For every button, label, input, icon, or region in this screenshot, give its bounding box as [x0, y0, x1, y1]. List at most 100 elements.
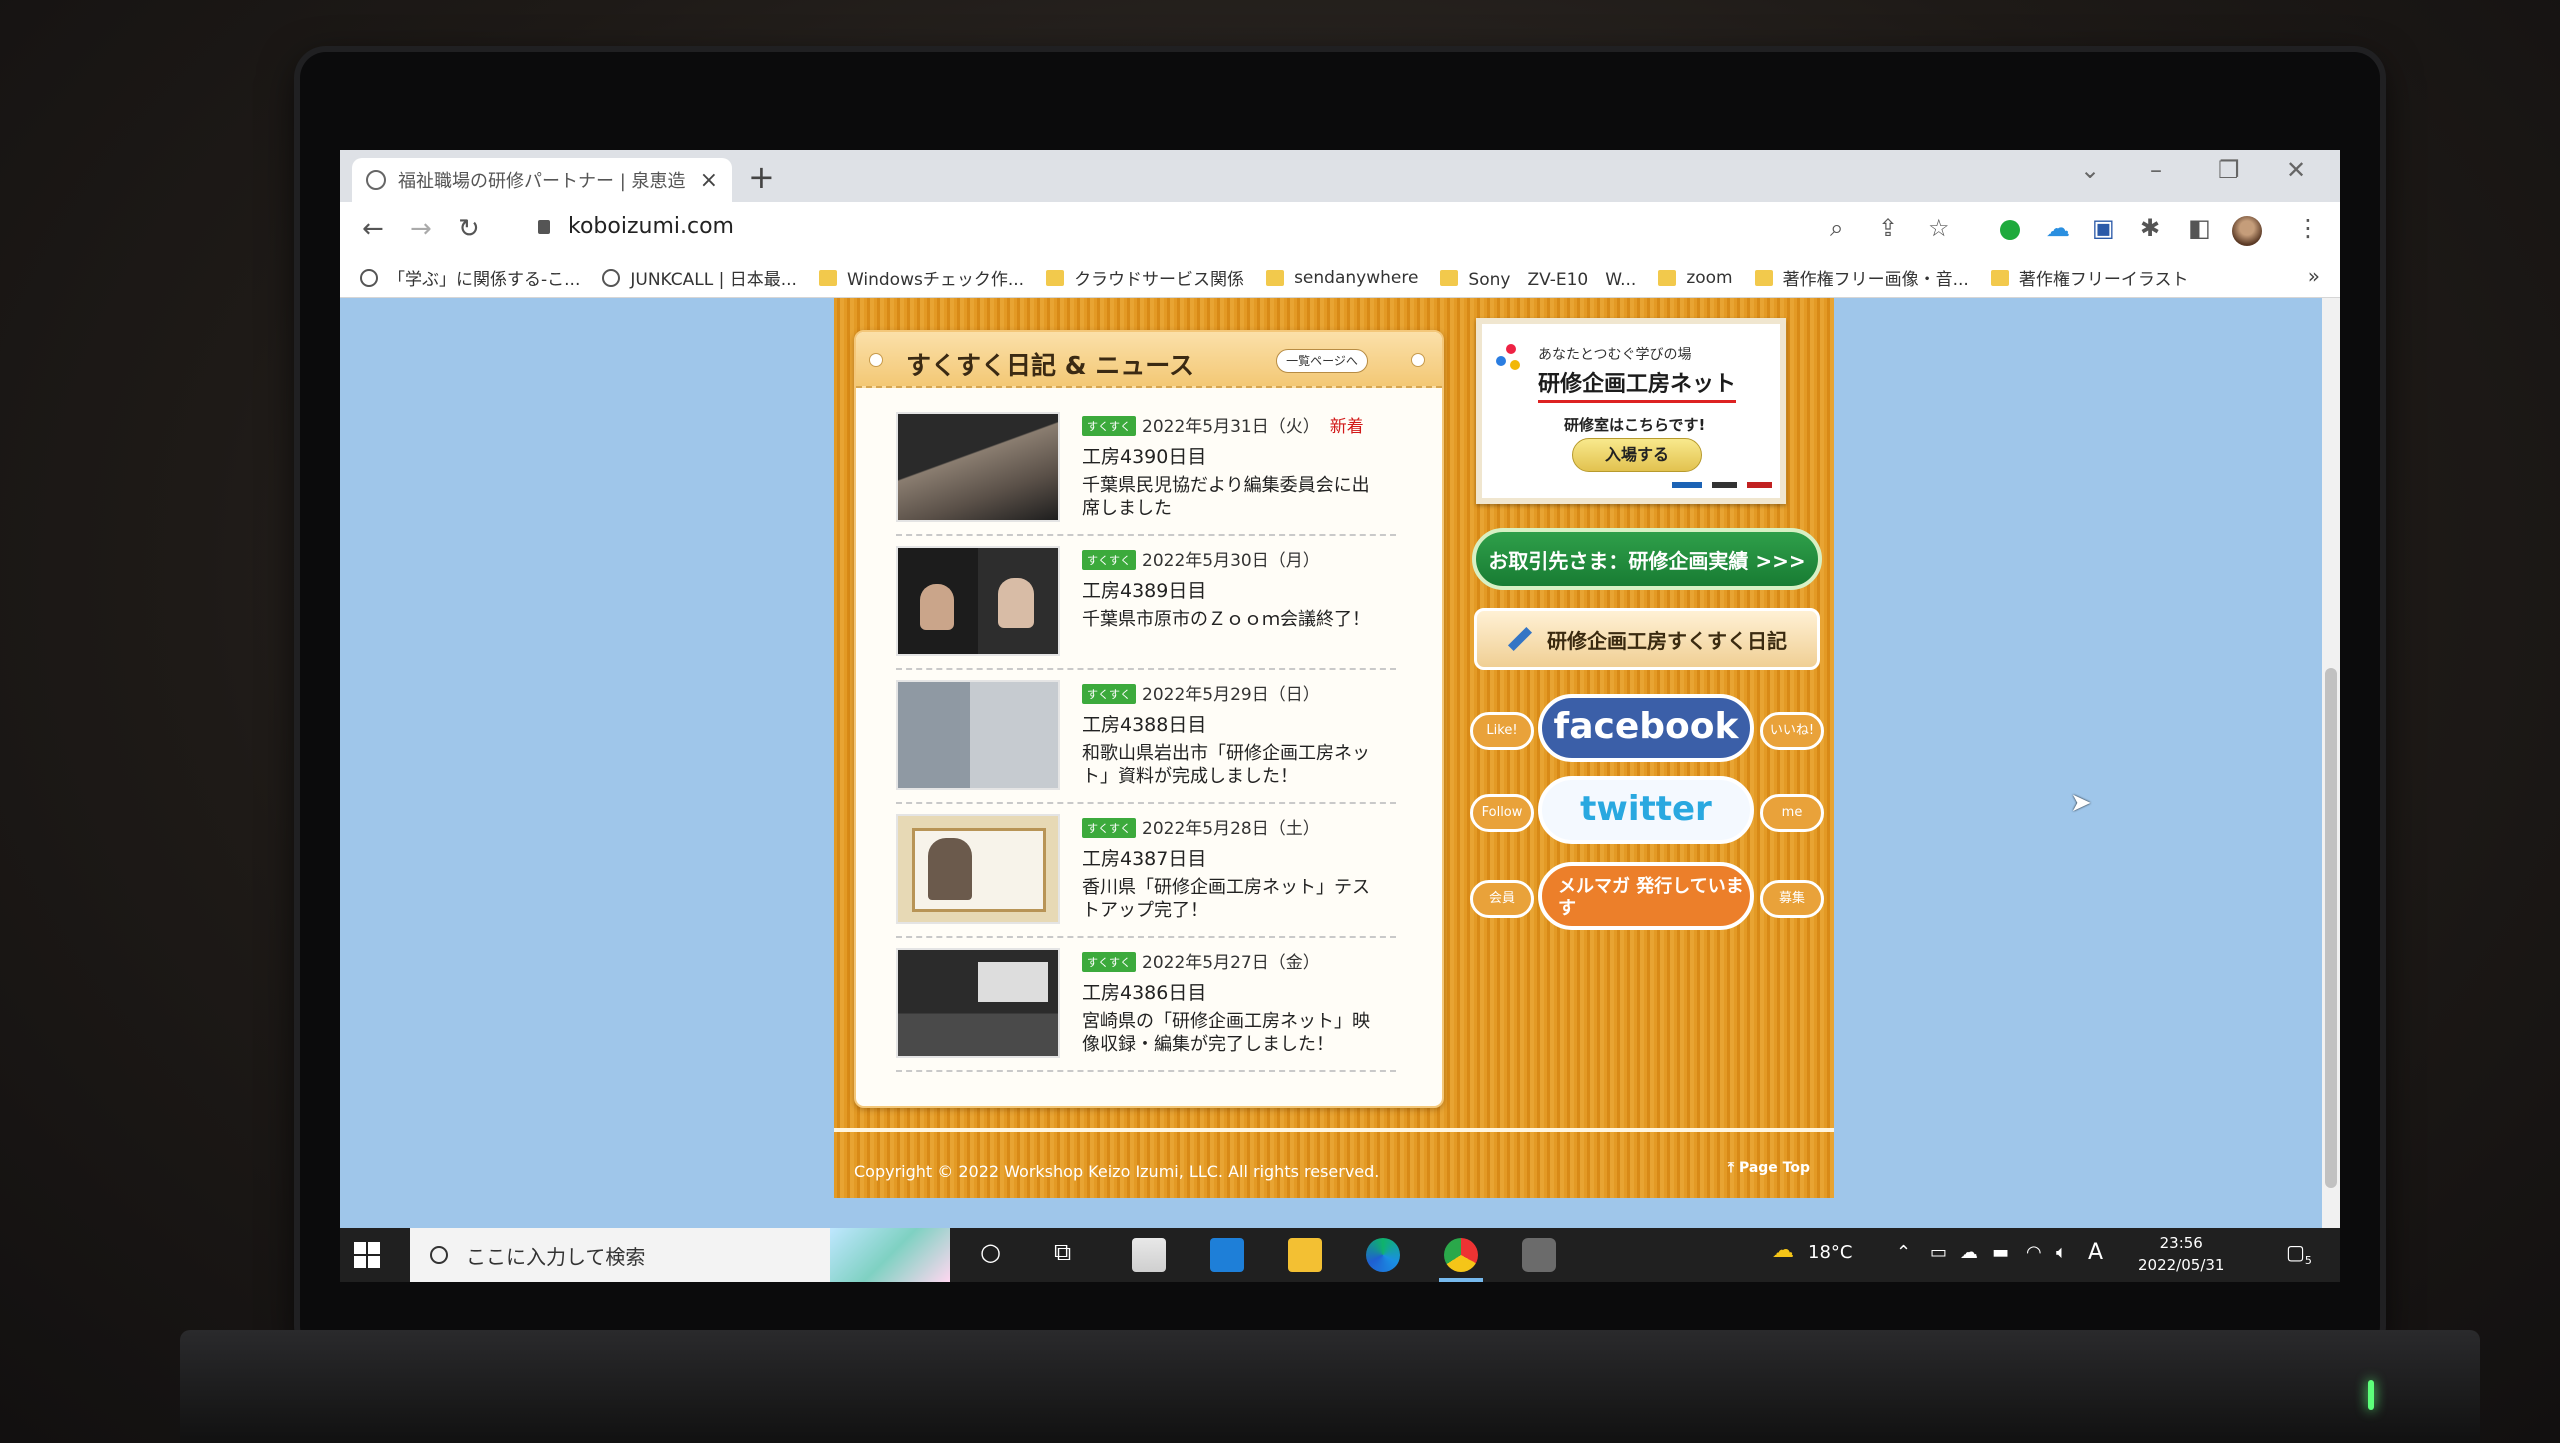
clock[interactable]: 23:56 2022/05/31: [2138, 1232, 2224, 1276]
reload-icon[interactable]: ↻: [458, 214, 480, 244]
bookmark-item[interactable]: 「学ぶ」に関係する-こ...: [360, 265, 580, 290]
news-entry[interactable]: すくすく 2022年5月30日（月） 工房4389日目 千葉県市原市のＺｏｏｍ会議…: [896, 536, 1396, 670]
list-page-button[interactable]: 一覧ページへ: [1276, 349, 1368, 373]
mail-icon[interactable]: [1210, 1238, 1244, 1272]
cloud-extension-icon[interactable]: ☁: [2046, 214, 2070, 242]
copyright-text: Copyright © 2022 Workshop Keizo Izumi, L…: [854, 1162, 1380, 1181]
bookmark-folder[interactable]: sendanywhere: [1266, 268, 1418, 288]
page-scrollbar[interactable]: [2322, 298, 2340, 1228]
forward-icon[interactable]: →: [410, 214, 432, 244]
page-viewport: すくすく日記 & ニュース 一覧ページへ すくすく 2022年5月31日（火） 新着…: [340, 298, 2340, 1228]
tab-search-icon[interactable]: ⌄: [2080, 156, 2100, 184]
news-entry[interactable]: すくすく 2022年5月31日（火） 新着 工房4390日目 千葉県民児協だより編集…: [896, 402, 1396, 536]
news-thumbnail[interactable]: [896, 814, 1060, 924]
store-icon[interactable]: [1132, 1238, 1166, 1272]
extension-green-icon[interactable]: [2000, 220, 2020, 240]
recruit-bubble: 募集: [1760, 880, 1824, 918]
meet-now-icon[interactable]: ▭: [1930, 1242, 1947, 1263]
camera-icon[interactable]: [1522, 1238, 1556, 1272]
news-day-count: 工房4390日目: [1082, 446, 1207, 468]
news-thumbnail[interactable]: [896, 680, 1060, 790]
news-text[interactable]: 和歌山県岩出市「研修企画工房ネット」資料が完成しました！: [1082, 742, 1382, 788]
bookmark-folder[interactable]: 著作権フリー画像・音...: [1754, 265, 1969, 290]
lock-icon: [538, 220, 550, 234]
profile-avatar[interactable]: [2232, 216, 2262, 246]
facebook-link[interactable]: Like! facebook いいね!: [1470, 694, 1830, 764]
news-text[interactable]: 千葉県市原市のＺｏｏｍ会議終了！: [1082, 608, 1382, 631]
back-icon[interactable]: ←: [362, 214, 384, 244]
category-tag: すくすく: [1082, 818, 1136, 838]
category-tag: すくすく: [1082, 952, 1136, 972]
news-thumbnail[interactable]: [896, 412, 1060, 522]
edge-icon[interactable]: [1366, 1238, 1400, 1272]
results-button[interactable]: お取引先さま：研修企画実績 >>>: [1472, 528, 1822, 590]
pencil-icon: [1507, 626, 1533, 652]
share-icon[interactable]: ⇪: [1878, 214, 1898, 242]
person-figure: [928, 838, 972, 900]
news-entry[interactable]: すくすく 2022年5月28日（土） 工房4387日目 香川県「研修企画工房ネット…: [896, 804, 1396, 938]
zoom-icon[interactable]: ⌕: [1830, 214, 1843, 242]
bookmark-folder[interactable]: Sony ZV-E10 W...: [1440, 265, 1636, 290]
workshop-net-banner[interactable]: あなたとつむぐ学びの場 研修企画工房ネット 研修室はこちらです! 入場する: [1476, 318, 1786, 504]
wifi-icon[interactable]: ◠: [2026, 1242, 2042, 1263]
save-extension-icon[interactable]: ▣: [2092, 214, 2115, 242]
category-tag: すくすく: [1082, 416, 1136, 436]
bookmark-folder[interactable]: クラウドサービス関係: [1046, 265, 1244, 290]
mailmag-banner[interactable]: メルマガ 発行しています: [1538, 862, 1754, 930]
news-text[interactable]: 宮崎県の「研修企画工房ネット」映像収録・編集が完了しました！: [1082, 1010, 1382, 1056]
task-view-icon[interactable]: ⧉: [1054, 1238, 1071, 1266]
facebook-logo[interactable]: facebook: [1538, 694, 1754, 762]
side-panel-icon[interactable]: ◧: [2188, 214, 2211, 242]
mailmag-link[interactable]: 会員 メルマガ 発行しています 募集: [1470, 862, 1830, 932]
news-date: 2022年5月27日（金）: [1142, 953, 1320, 973]
new-tab-button[interactable]: +: [748, 158, 775, 196]
tray-overflow-icon[interactable]: ⌃: [1896, 1242, 1911, 1263]
notification-icon[interactable]: ▢5: [2286, 1240, 2312, 1267]
bookmark-item[interactable]: JUNKCALL | 日本最...: [602, 265, 797, 290]
like-bubble: Like!: [1470, 712, 1534, 750]
color-bars: [1672, 482, 1772, 488]
page-top-link[interactable]: ⤒ Page Top: [1728, 1160, 1810, 1176]
twitter-link[interactable]: Follow twitter me: [1470, 776, 1830, 846]
close-window-icon[interactable]: ✕: [2286, 156, 2306, 184]
search-highlight-art: [830, 1228, 950, 1282]
banner-title: 研修企画工房ネット: [1538, 366, 1737, 403]
restore-icon[interactable]: ❐: [2218, 156, 2240, 184]
windows-start-icon[interactable]: [354, 1242, 380, 1268]
tab-active[interactable]: 福祉職場の研修パートナー | 泉恵造 ×: [352, 158, 732, 202]
weather-temp[interactable]: 18°C: [1808, 1242, 1852, 1263]
cortana-icon[interactable]: ○: [980, 1238, 1001, 1266]
twitter-logo[interactable]: twitter: [1538, 776, 1754, 844]
battery-icon[interactable]: ▬: [1992, 1242, 2009, 1263]
person-figure: [920, 584, 954, 630]
news-thumbnail[interactable]: [896, 948, 1060, 1058]
news-entry[interactable]: すくすく 2022年5月27日（金） 工房4386日目 宮崎県の「研修企画工房ネッ…: [896, 938, 1396, 1072]
tab-close-icon[interactable]: ×: [700, 168, 718, 193]
volume-icon[interactable]: 🔈︎: [2056, 1242, 2067, 1263]
bookmark-star-icon[interactable]: ☆: [1928, 214, 1950, 242]
bookmark-folder[interactable]: 著作権フリーイラスト: [1990, 265, 2189, 290]
file-explorer-icon[interactable]: [1288, 1238, 1322, 1272]
news-text[interactable]: 香川県「研修企画工房ネット」テストアップ完了！: [1082, 876, 1382, 922]
menu-kebab-icon[interactable]: ⋮: [2296, 214, 2320, 242]
address-bar[interactable]: koboizumi.com: [568, 214, 734, 239]
extensions-icon[interactable]: ✱: [2140, 214, 2160, 242]
taskbar-search[interactable]: ここに入力して検索: [410, 1228, 950, 1282]
weather-icon[interactable]: ☁: [1772, 1238, 1794, 1263]
minimize-icon[interactable]: –: [2150, 156, 2162, 184]
bookmarks-overflow-button[interactable]: »: [2308, 264, 2320, 288]
news-entry[interactable]: すくすく 2022年5月29日（日） 工房4388日目 和歌山県岩出市「研修企画工…: [896, 670, 1396, 804]
bookmark-folder[interactable]: zoom: [1658, 268, 1733, 288]
bookmark-folder[interactable]: Windowsチェック作...: [818, 265, 1024, 290]
junkcall-icon: [602, 268, 621, 287]
ime-indicator[interactable]: A: [2088, 1240, 2103, 1265]
onedrive-icon[interactable]: ☁: [1960, 1242, 1978, 1263]
news-thumbnail[interactable]: [896, 546, 1060, 656]
chrome-icon[interactable]: [1444, 1238, 1478, 1272]
scrollbar-thumb[interactable]: [2325, 668, 2337, 1188]
enter-button[interactable]: 入場する: [1572, 438, 1702, 472]
news-meta: すくすく 2022年5月28日（土）: [1082, 814, 1320, 839]
news-title: すくすく日記 & ニュース: [906, 351, 1194, 380]
news-text[interactable]: 千葉県民児協だより編集委員会に出席しました: [1082, 474, 1382, 520]
diary-button[interactable]: 研修企画工房すくすく日記: [1474, 608, 1820, 670]
